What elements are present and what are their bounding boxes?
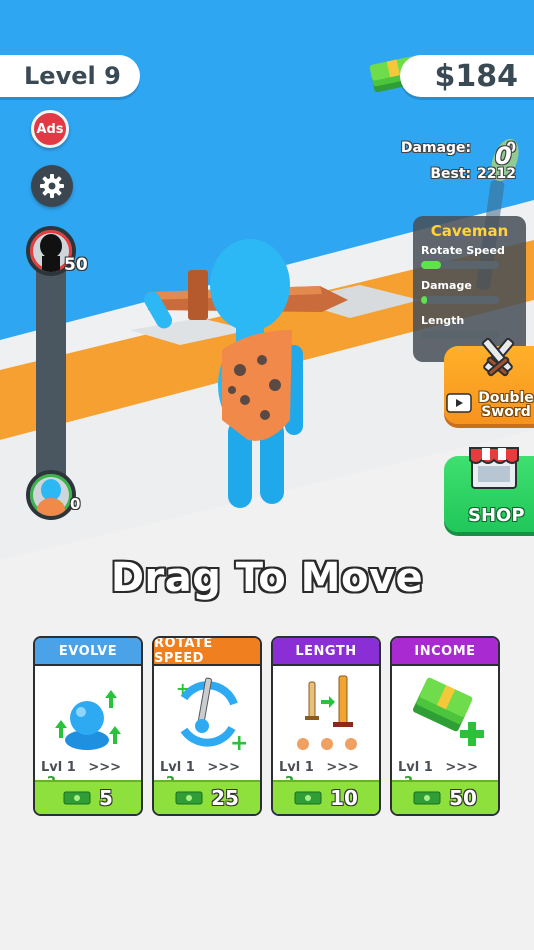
drag-to-move-hint: Drag To Move [110,555,424,601]
price-value: 10 [330,786,358,810]
damage-stat-label: Damage [421,279,472,292]
svg-text:+: + [176,679,189,698]
level-from: Lvl 1 [279,760,314,775]
level-arrows: >>> [207,760,241,775]
upgrade-card-rotate-speed[interactable]: ROTATE SPEED + + Lvl 1 >>> 2 25 [152,636,262,816]
caveman-title: Caveman [430,222,509,240]
level-indicator: Level 9 [0,55,140,97]
settings-button[interactable] [31,165,73,207]
level-arrows: >>> [88,760,122,775]
player-count: 0 [70,495,81,513]
progress-track [36,246,66,506]
level-from: Lvl 1 [398,760,433,775]
upgrade-card-length[interactable]: LENGTH Lvl 1 >>> 2 10 [271,636,381,816]
level-from: Lvl 1 [41,760,76,775]
card-price: 5 [35,780,141,814]
video-ad-icon [446,393,472,413]
gear-icon [40,174,64,198]
floating-damage: 0 [495,142,512,170]
rotate-speed-label: Rotate Speed [421,244,505,257]
level-arrows: >>> [326,760,360,775]
double-sword-button[interactable]: Double Sword [444,337,534,424]
crossed-swords-icon [481,337,515,377]
length-icon [297,675,357,750]
price-value: 5 [99,786,113,810]
enemy-count: 50 [64,255,88,275]
card-title: ROTATE SPEED [154,638,260,666]
upgrade-card-evolve[interactable]: EVOLVE Lvl 1 >>> 2 5 [33,636,143,816]
level-from: Lvl 1 [160,760,195,775]
card-price: 10 [273,780,379,814]
cash-icon [175,791,203,805]
rotate-speed-icon: + + [176,677,248,756]
storefront-icon [469,447,519,489]
shop-button[interactable]: SHOP [444,447,534,532]
damage-label: Damage: [400,140,472,156]
price-value: 25 [211,786,239,810]
damage-stat-bar [421,296,499,304]
evolve-icon [55,690,121,750]
money-counter: $184 [400,55,534,97]
player-avatar [26,470,76,520]
card-title: INCOME [392,638,498,666]
cash-icon [294,791,322,805]
cash-icon [413,791,441,805]
remove-ads-button[interactable]: Ads [31,110,69,148]
price-value: 50 [449,786,477,810]
shop-label: SHOP [468,505,525,526]
card-title: EVOLVE [35,638,141,666]
level-arrows: >>> [445,760,479,775]
player-silhouette-icon [37,479,65,516]
upgrade-card-income[interactable]: INCOME Lvl 1 >>> 2 50 [390,636,500,816]
cash-icon [63,791,91,805]
card-title: LENGTH [273,638,379,666]
double-sword-label: Double Sword [478,390,534,420]
card-price: 50 [392,780,498,814]
income-icon [412,677,484,746]
card-price: 25 [154,780,260,814]
rotate-speed-bar [421,261,499,269]
length-stat-label: Length [421,314,465,327]
best-label: Best: [430,166,472,182]
svg-text:+: + [230,731,248,756]
